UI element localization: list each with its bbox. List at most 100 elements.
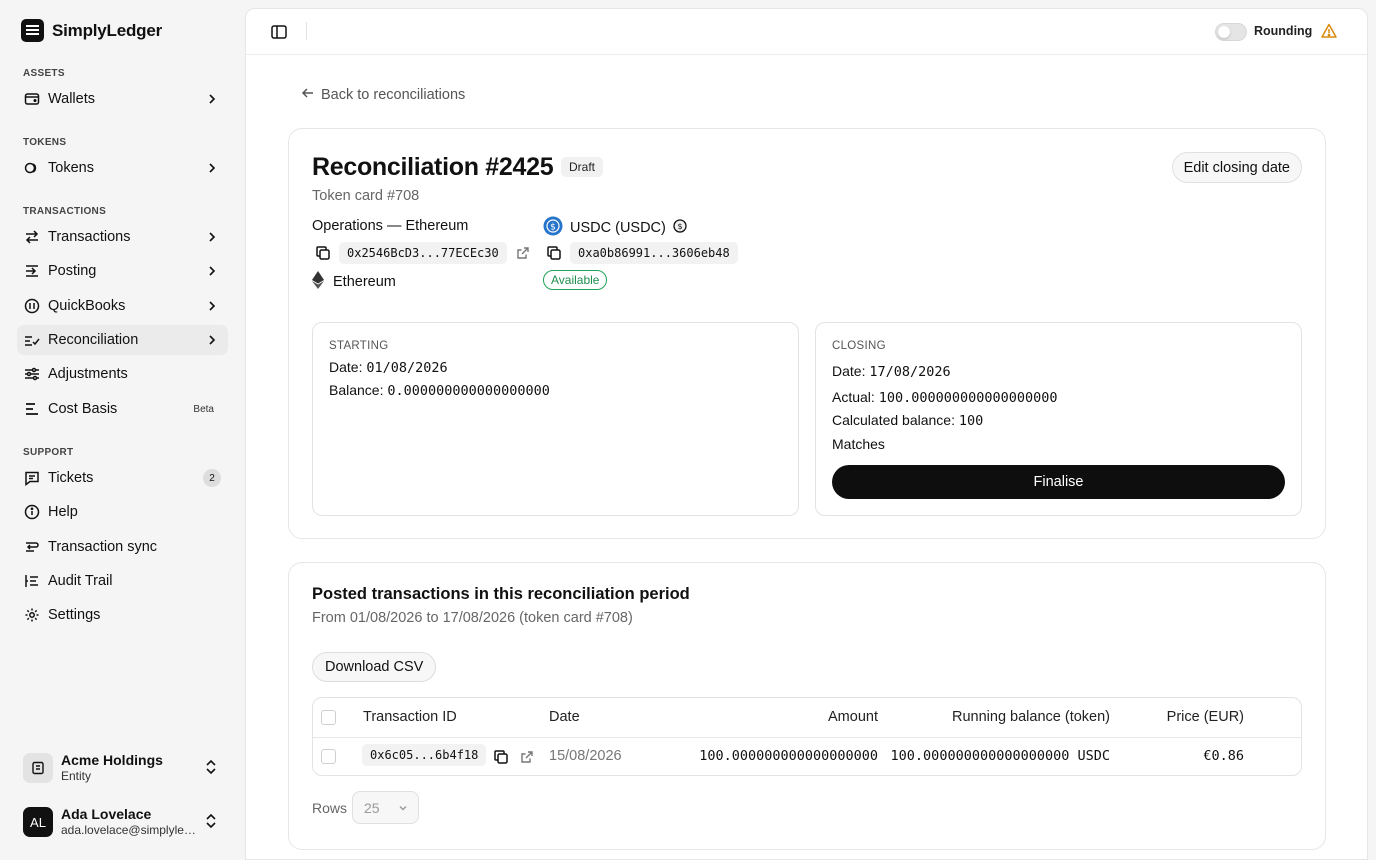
entity-name: Acme Holdings bbox=[61, 752, 163, 768]
closing-date-label: Date: bbox=[832, 363, 866, 379]
chevron-down-icon bbox=[398, 800, 408, 816]
rows-label: Rows bbox=[312, 800, 348, 816]
sidebar-item-transaction-sync[interactable]: Transaction sync bbox=[17, 532, 228, 562]
user-menu[interactable]: AL Ada Lovelace ada.lovelace@simplyledge… bbox=[17, 800, 232, 844]
column-header-amount[interactable]: Amount bbox=[828, 709, 878, 725]
starting-date-line: Date: 01/08/2026 bbox=[329, 359, 448, 376]
tickets-count-badge: 2 bbox=[203, 469, 221, 487]
column-header-running-balance[interactable]: Running balance (token) bbox=[952, 709, 1110, 725]
sliders-icon bbox=[24, 366, 40, 382]
column-header-price[interactable]: Price (EUR) bbox=[1167, 709, 1244, 725]
topbar: Rounding bbox=[246, 9, 1367, 55]
user-email: ada.lovelace@simplyledger.com bbox=[61, 823, 197, 837]
sidebar-item-label: Audit Trail bbox=[48, 573, 113, 589]
copy-icon[interactable] bbox=[493, 749, 509, 765]
copy-icon[interactable] bbox=[315, 245, 331, 261]
column-header-date[interactable]: Date bbox=[549, 709, 580, 725]
chevron-right-icon bbox=[204, 263, 220, 279]
starting-balance-label: Balance: bbox=[329, 382, 384, 398]
list-check-icon bbox=[24, 332, 40, 348]
external-link-icon[interactable] bbox=[519, 749, 535, 765]
section-subtitle: From 01/08/2026 to 17/08/2026 (token car… bbox=[312, 610, 633, 626]
page-title: Reconciliation #2425 bbox=[312, 153, 554, 181]
starting-date: 01/08/2026 bbox=[366, 360, 448, 376]
sidebar-item-label: Posting bbox=[48, 263, 97, 279]
starting-date-label: Date: bbox=[329, 359, 363, 375]
ethereum-icon bbox=[312, 271, 324, 293]
brand[interactable]: SimplyLedger bbox=[21, 19, 162, 42]
gear-icon bbox=[24, 607, 40, 623]
closing-box: CLOSING Date: 17/08/2026 Actual: 100.000… bbox=[815, 322, 1302, 516]
download-csv-button[interactable]: Download CSV bbox=[312, 652, 437, 682]
sidebar-item-quickbooks[interactable]: QuickBooks bbox=[17, 291, 228, 321]
sidebar-item-label: Cost Basis bbox=[48, 401, 118, 417]
sidebar-item-label: Transactions bbox=[48, 229, 131, 245]
sync-icon bbox=[24, 539, 40, 555]
sidebar-toggle-icon[interactable] bbox=[270, 23, 288, 41]
back-link-label: Back to reconciliations bbox=[321, 87, 466, 103]
divider bbox=[313, 737, 1301, 738]
posting-icon bbox=[24, 263, 40, 279]
sidebar-item-cost-basis[interactable]: Cost Basis Beta bbox=[17, 394, 228, 424]
sidebar-item-tokens[interactable]: Tokens bbox=[17, 153, 228, 183]
section-tokens: TOKENS bbox=[23, 137, 67, 148]
rows-per-page-select[interactable]: 25 bbox=[352, 791, 419, 824]
svg-text:$: $ bbox=[677, 222, 682, 231]
calculated-balance: 100 bbox=[958, 413, 984, 429]
entity-type: Entity bbox=[61, 769, 92, 783]
match-status: Matches bbox=[832, 436, 885, 452]
sidebar-item-transactions[interactable]: Transactions bbox=[17, 222, 228, 252]
tx-running-balance: 100.000000000000000000 USDC bbox=[890, 748, 1110, 764]
sidebar-item-reconciliation[interactable]: Reconciliation bbox=[17, 325, 228, 355]
closing-actual-label: Actual: bbox=[832, 389, 875, 405]
sidebar-item-label: Transaction sync bbox=[48, 539, 158, 555]
section-title: Posted transactions in this reconciliati… bbox=[312, 585, 690, 603]
sidebar-item-label: Tokens bbox=[48, 160, 94, 176]
starting-balance-line: Balance: 0.000000000000000000 bbox=[329, 382, 550, 399]
token-header: $ USDC (USDC) $ bbox=[543, 216, 687, 240]
starting-label: STARTING bbox=[329, 340, 389, 352]
wallet-address: 0x2546BcD3...77ECEc30 bbox=[339, 242, 507, 264]
sidebar: SimplyLedger ASSETS Wallets TOKENS Token… bbox=[0, 0, 244, 860]
arrow-left-icon bbox=[301, 86, 315, 104]
sidebar-item-label: Settings bbox=[48, 607, 101, 623]
select-all-checkbox[interactable] bbox=[321, 710, 336, 725]
chevron-right-icon bbox=[204, 91, 220, 107]
chain-label: Ethereum bbox=[312, 271, 396, 293]
row-checkbox[interactable] bbox=[321, 749, 336, 764]
section-transactions: TRANSACTIONS bbox=[23, 206, 107, 217]
sidebar-item-tickets[interactable]: Tickets 2 bbox=[17, 463, 228, 493]
sidebar-item-label: Adjustments bbox=[48, 366, 128, 382]
warning-icon[interactable] bbox=[1320, 22, 1338, 40]
section-support: SUPPORT bbox=[23, 447, 74, 458]
sidebar-item-audit-trail[interactable]: Audit Trail bbox=[17, 566, 228, 596]
chain-name: Ethereum bbox=[333, 274, 396, 290]
back-link[interactable]: Back to reconciliations bbox=[301, 86, 465, 104]
sidebar-item-settings[interactable]: Settings bbox=[17, 600, 228, 630]
usdc-icon: $ bbox=[543, 216, 563, 240]
column-header-tx-id[interactable]: Transaction ID bbox=[363, 709, 457, 725]
chevron-right-icon bbox=[204, 298, 220, 314]
finalise-button[interactable]: Finalise bbox=[832, 465, 1285, 499]
sidebar-item-wallets[interactable]: Wallets bbox=[17, 84, 228, 114]
closing-actual-line: Actual: 100.000000000000000000 bbox=[832, 389, 1058, 406]
brand-name: SimplyLedger bbox=[52, 20, 163, 40]
edit-closing-date-button[interactable]: Edit closing date bbox=[1171, 152, 1302, 183]
external-link-icon[interactable] bbox=[515, 245, 531, 261]
entity-switcher[interactable]: Acme Holdings Entity bbox=[17, 746, 232, 790]
sidebar-item-label: Help bbox=[48, 504, 78, 520]
token-address: 0xa0b86991...3606eb48 bbox=[570, 242, 738, 264]
tx-date: 15/08/2026 bbox=[549, 748, 622, 764]
building-icon bbox=[23, 753, 53, 783]
sidebar-item-help[interactable]: Help bbox=[17, 497, 228, 527]
rounding-toggle[interactable] bbox=[1215, 23, 1247, 41]
sidebar-item-posting[interactable]: Posting bbox=[17, 256, 228, 286]
sidebar-item-label: Reconciliation bbox=[48, 332, 139, 348]
sidebar-item-adjustments[interactable]: Adjustments bbox=[17, 359, 228, 389]
divider bbox=[306, 22, 307, 40]
main-panel: Rounding Back to reconciliations Reconci… bbox=[245, 8, 1368, 860]
copy-icon[interactable] bbox=[546, 245, 562, 261]
status-badge: Draft bbox=[561, 157, 604, 177]
quickbooks-icon bbox=[24, 298, 40, 314]
token-card-subtitle: Token card #708 bbox=[312, 188, 420, 204]
